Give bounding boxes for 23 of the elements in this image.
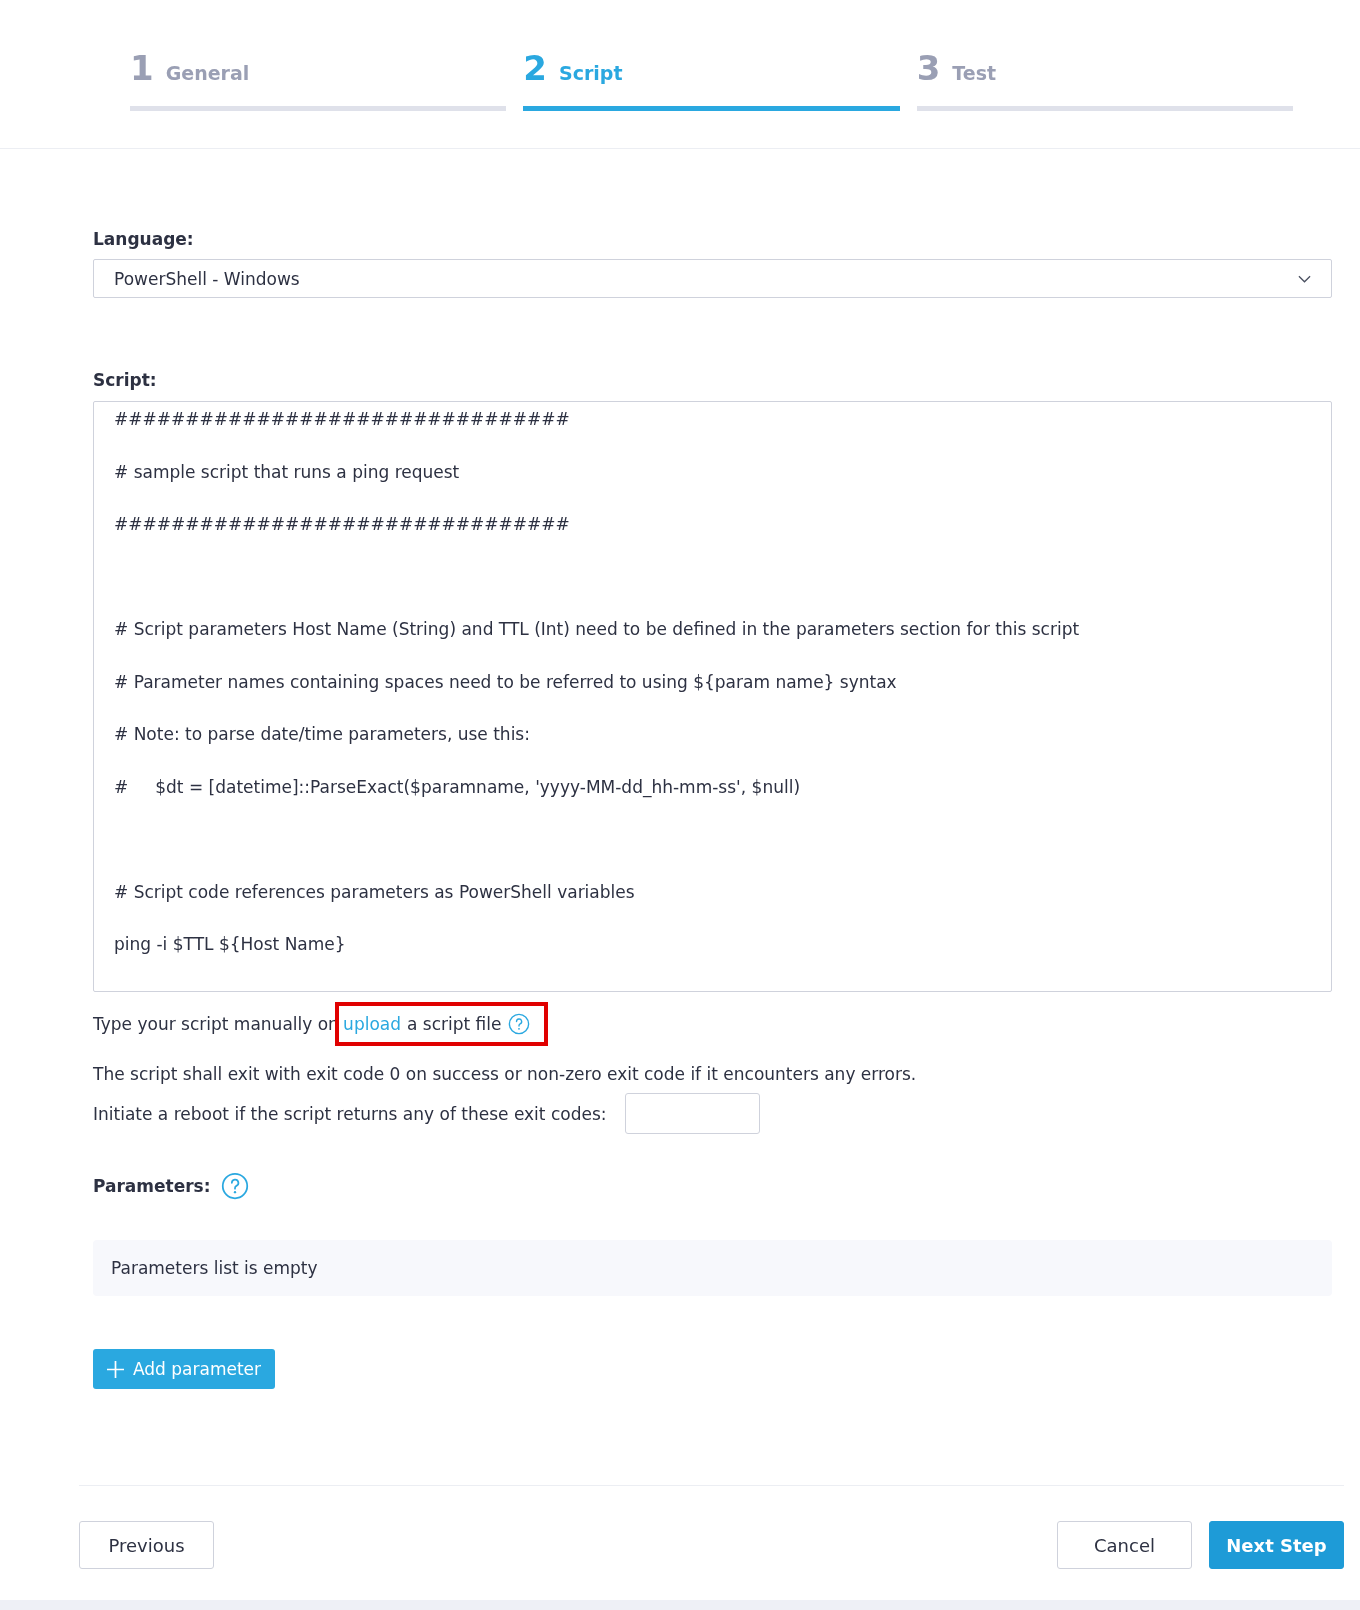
help-icon[interactable]	[507, 1013, 530, 1035]
script-editor[interactable]: ################################ # sample script that runs a ping request ################################ # Script parameters Host Name (String) and TTL (Int) need to be defined in the parameters section for this script # Parameter names containing spaces need to be referred to using ${param name} syntax # Note: to parse date/time parameters, use this: # $dt = [datetime]::ParseExact($paramname, 'yyyy-MM-dd_hh-mm-ss', $null) # Script code references parameters as PowerShell variables ping -i $TTL ${Host Name}	[93, 401, 1332, 992]
step-tab[interactable]: 1 General	[130, 48, 507, 111]
step-tab[interactable]: 3 Test	[916, 48, 1293, 111]
empty-parameters-message: Parameters list is empty	[93, 1240, 1332, 1296]
hint-text: Type your script manually or	[93, 1014, 336, 1034]
upload-link[interactable]: upload	[343, 1014, 401, 1034]
help-icon[interactable]	[220, 1172, 249, 1200]
field-label: Script:	[93, 370, 158, 390]
add-parameter-button[interactable]: Add parameter	[93, 1349, 276, 1389]
next-step-button[interactable]: Next Step	[1209, 1521, 1344, 1569]
cancel-button[interactable]: Cancel	[1057, 1521, 1192, 1569]
plus-icon	[107, 1360, 124, 1378]
exit-code-note: The script shall exit with exit code 0 on success or non-zero exit code if it encounters any errors.	[93, 1064, 918, 1084]
reboot-label: Initiate a reboot if the script returns any of these exit codes:	[93, 1103, 607, 1124]
previous-button[interactable]: Previous	[79, 1521, 214, 1569]
step-tab[interactable]: 2 Script	[523, 48, 900, 111]
language-dropdown[interactable]: PowerShell - Windows	[93, 259, 1332, 298]
hint-text: a script file	[407, 1014, 502, 1034]
field-label: Language:	[93, 229, 195, 249]
chevron-down-icon	[1298, 274, 1311, 283]
field-label: Parameters:	[93, 1176, 211, 1196]
exit-codes-field[interactable]	[624, 1093, 760, 1134]
